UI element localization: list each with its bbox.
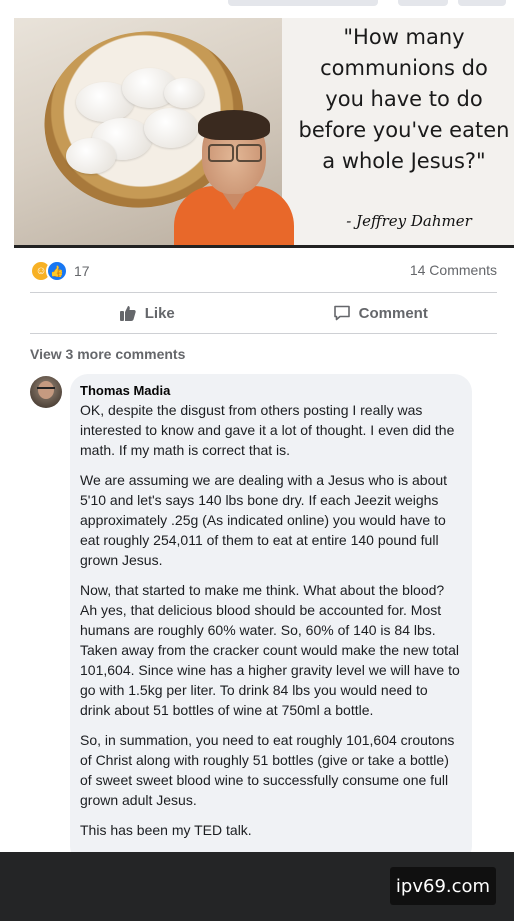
wafer: [164, 78, 204, 108]
comment-bubble: Thomas Madia OK, despite the disgust fro…: [70, 374, 472, 864]
meme-border: [14, 245, 514, 248]
meme-photo: [14, 18, 294, 246]
toolbar-pill: [398, 0, 448, 6]
comment-button[interactable]: Comment: [264, 293, 498, 333]
comment-paragraph: We are assuming we are dealing with a Je…: [80, 472, 448, 568]
comment-paragraph: Now, that started to make me think. What…: [80, 582, 460, 718]
reaction-count: 17: [74, 263, 90, 279]
comment-paragraph: This has been my TED talk.: [80, 822, 252, 838]
toolbar-pill: [458, 0, 506, 6]
portrait-person: [174, 110, 294, 246]
comment-paragraph: So, in summation, you need to eat roughl…: [80, 732, 455, 808]
wafer: [66, 138, 116, 174]
comment-label: Comment: [358, 304, 428, 322]
toolbar-pill: [228, 0, 378, 6]
top-strip: [0, 0, 514, 18]
thumbs-up-icon: [119, 306, 136, 321]
meme-image[interactable]: "How many communions do you have to do b…: [14, 18, 514, 246]
like-button[interactable]: Like: [30, 293, 264, 333]
like-reaction-icon: 👍: [46, 260, 68, 282]
avatar[interactable]: [30, 376, 62, 408]
divider: [30, 333, 497, 334]
comment-paragraph: OK, despite the disgust from others post…: [80, 402, 455, 458]
meme-quote: "How many communions do you have to do b…: [298, 25, 510, 173]
comment-count-link[interactable]: 14 Comments: [410, 262, 497, 278]
view-more-comments-link[interactable]: View 3 more comments: [30, 346, 185, 362]
comment-icon: [333, 305, 350, 321]
post-actions: Like Comment: [30, 293, 497, 333]
meme-signature: - Jeffrey Dahmer: [346, 212, 472, 230]
watermark: ipv69.com: [390, 867, 496, 905]
comment-author[interactable]: Thomas Madia: [80, 383, 460, 398]
like-label: Like: [144, 304, 175, 322]
reactions-summary[interactable]: ☺ 👍 17: [30, 260, 90, 282]
